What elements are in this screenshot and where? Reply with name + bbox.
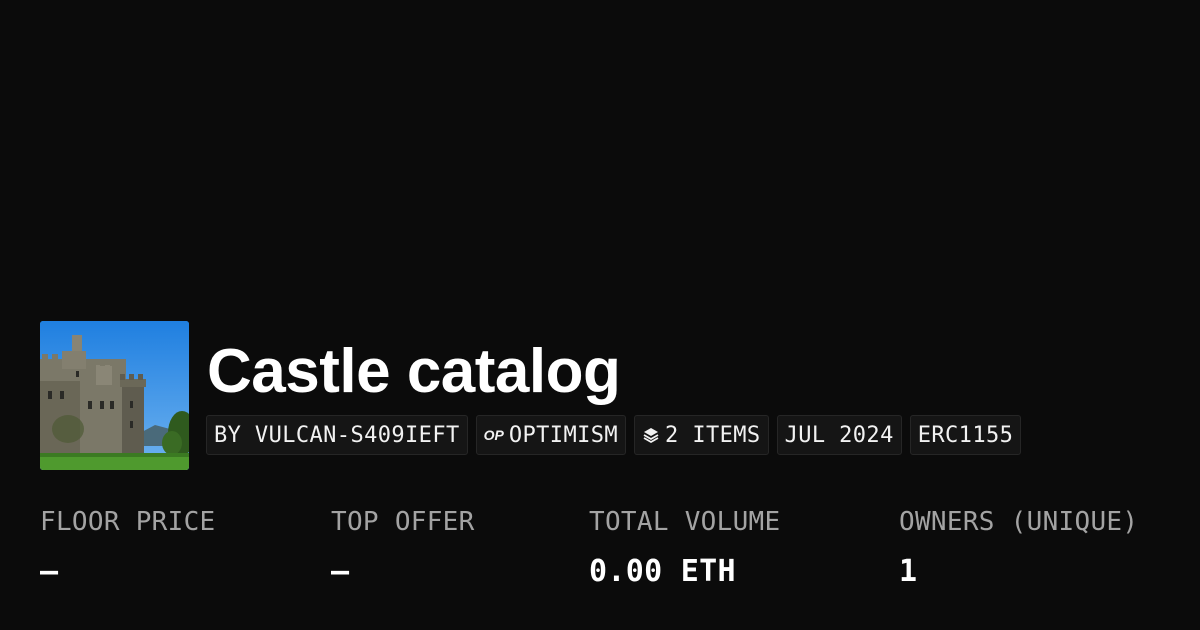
items-count-label: 2 ITEMS bbox=[665, 422, 761, 448]
top-offer-label: TOP OFFER bbox=[331, 507, 475, 537]
items-count-tag[interactable]: 2 ITEMS bbox=[634, 415, 769, 455]
total-volume-label: TOTAL VOLUME bbox=[589, 507, 781, 537]
collection-tags: BY VULCAN-S409IEFT OP OPTIMISM 2 ITEMS J… bbox=[206, 415, 1022, 455]
stat-owners: OWNERS (UNIQUE) 1 bbox=[899, 505, 1138, 590]
standard-label: ERC1155 bbox=[917, 422, 1014, 448]
stat-top-offer: TOP OFFER – bbox=[331, 505, 475, 590]
collection-title: Castle catalog bbox=[207, 337, 621, 406]
collection-thumbnail bbox=[40, 321, 189, 470]
date-tag: JUL 2024 bbox=[776, 415, 902, 455]
floor-price-label: FLOOR PRICE bbox=[40, 507, 216, 537]
top-offer-value: – bbox=[331, 554, 350, 589]
chain-label: OPTIMISM bbox=[508, 422, 619, 448]
layers-icon bbox=[642, 426, 660, 444]
owners-value: 1 bbox=[899, 554, 918, 589]
standard-tag: ERC1155 bbox=[909, 415, 1022, 455]
optimism-logo-icon: OP bbox=[483, 427, 504, 443]
stat-floor-price: FLOOR PRICE – bbox=[40, 505, 216, 590]
chain-tag[interactable]: OP OPTIMISM bbox=[475, 415, 627, 455]
stat-total-volume: TOTAL VOLUME 0.00 ETH bbox=[589, 505, 780, 590]
owners-label: OWNERS (UNIQUE) bbox=[899, 507, 1139, 537]
date-label: JUL 2024 bbox=[784, 422, 894, 448]
floor-price-value: – bbox=[40, 554, 59, 589]
total-volume-value: 0.00 ETH bbox=[589, 554, 736, 589]
castle-image bbox=[40, 321, 189, 470]
creator-tag[interactable]: BY VULCAN-S409IEFT bbox=[206, 415, 468, 455]
creator-label: BY VULCAN-S409IEFT bbox=[214, 422, 460, 448]
